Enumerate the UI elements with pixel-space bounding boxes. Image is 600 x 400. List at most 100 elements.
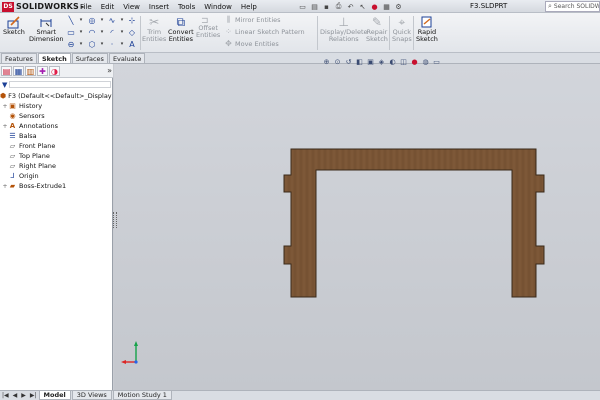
arc-icon[interactable]: ◠ bbox=[87, 27, 97, 37]
property-manager-tab-icon[interactable]: ▦ bbox=[13, 66, 24, 76]
filter-icon: ▼ bbox=[2, 80, 8, 89]
convert-entities-button[interactable]: ⧉ Convert Entities bbox=[168, 15, 194, 43]
smart-dimension-icon bbox=[38, 15, 54, 29]
options-gear-icon[interactable]: ⚙ bbox=[394, 2, 403, 11]
edit-appearance-icon[interactable]: ● bbox=[410, 58, 419, 67]
smart-dimension-button[interactable]: Smart Dimension bbox=[29, 15, 64, 43]
dropdown-icon[interactable]: ▾ bbox=[76, 39, 86, 49]
repair-sketch-button[interactable]: ✎ Repair Sketch bbox=[366, 15, 388, 43]
part-model[interactable] bbox=[114, 64, 600, 390]
rapid-sketch-button[interactable]: Rapid Sketch bbox=[416, 15, 438, 43]
search-box[interactable]: ⌕ Search SOLIDW bbox=[545, 1, 600, 12]
graphics-area[interactable] bbox=[114, 64, 600, 390]
rectangle-icon[interactable]: ▭ bbox=[66, 27, 76, 37]
sketch-button[interactable]: Sketch bbox=[3, 15, 25, 36]
tree-filter[interactable]: ▼ bbox=[0, 80, 113, 89]
spline-icon[interactable]: ∿ bbox=[107, 15, 117, 25]
hide-show-icon[interactable]: ◫ bbox=[399, 58, 408, 67]
offset-entities-button[interactable]: Offset Entities bbox=[196, 25, 220, 39]
display-style-icon[interactable]: ◐ bbox=[388, 58, 397, 67]
text-icon[interactable]: A bbox=[127, 39, 137, 49]
repair-icon: ✎ bbox=[371, 15, 382, 29]
dropdown-icon[interactable]: ▾ bbox=[117, 27, 127, 37]
rebuild-icon[interactable]: ● bbox=[370, 2, 379, 11]
tree-node-annotations[interactable]: + A Annotations bbox=[0, 121, 113, 131]
circle-icon[interactable]: ◎ bbox=[87, 15, 97, 25]
sensor-icon: ◉ bbox=[9, 112, 16, 120]
zoom-to-fit-icon[interactable]: ⊕ bbox=[322, 58, 331, 67]
display-manager-tab-icon[interactable]: ◑ bbox=[49, 66, 60, 76]
point-icon[interactable]: · bbox=[107, 39, 117, 49]
dropdown-icon[interactable]: ▾ bbox=[117, 39, 127, 49]
tab-model[interactable]: Model bbox=[38, 391, 71, 400]
plane-icon[interactable]: ◇ bbox=[127, 27, 137, 37]
tree-node-sensors[interactable]: ◉ Sensors bbox=[0, 111, 113, 121]
app-logo[interactable]: DS SOLIDWORKS ▸ bbox=[2, 1, 85, 12]
dropdown-icon[interactable]: ▾ bbox=[117, 15, 127, 25]
tree-node-history[interactable]: + ▣ History bbox=[0, 101, 113, 111]
dropdown-icon[interactable]: ▾ bbox=[97, 39, 107, 49]
mirror-entities-button[interactable]: ⫼ Mirror Entities bbox=[224, 15, 281, 24]
feature-manager-tab-icon[interactable]: ▤ bbox=[1, 66, 12, 76]
menu-window[interactable]: Window bbox=[204, 3, 232, 11]
tab-3d-views[interactable]: 3D Views bbox=[71, 391, 112, 400]
scene-icon[interactable]: ◍ bbox=[421, 58, 430, 67]
dropdown-icon[interactable]: ▾ bbox=[97, 27, 107, 37]
previous-view-icon[interactable]: ↺ bbox=[344, 58, 353, 67]
undo-icon[interactable]: ↶ bbox=[346, 2, 355, 11]
linear-sketch-pattern-button[interactable]: ⁘ Linear Sketch Pattern bbox=[224, 27, 304, 36]
dropdown-icon[interactable]: ▾ bbox=[76, 27, 86, 37]
quick-access-toolbar: ▭ ▤ ▪ ⎙ ↶ ↖ ● ▦ ⚙ bbox=[298, 1, 403, 12]
file-properties-icon[interactable]: ▦ bbox=[382, 2, 391, 11]
quick-snaps-button[interactable]: ⌖ Quick Snaps bbox=[392, 15, 412, 43]
prev-tab-icon[interactable]: ◀ bbox=[11, 391, 20, 400]
menu-file[interactable]: File bbox=[80, 3, 92, 11]
panel-resize-handle[interactable] bbox=[113, 212, 117, 228]
view-settings-icon[interactable]: ▭ bbox=[432, 58, 441, 67]
trim-entities-button[interactable]: ✂ Trim Entities bbox=[142, 15, 166, 43]
polygon-icon[interactable]: ⬡ bbox=[87, 39, 97, 49]
menu-insert[interactable]: Insert bbox=[149, 3, 169, 11]
tab-sketch[interactable]: Sketch bbox=[37, 53, 71, 63]
smart-dimension-small-icon[interactable]: ⊹ bbox=[127, 15, 137, 25]
tab-features[interactable]: Features bbox=[1, 53, 37, 63]
configuration-manager-tab-icon[interactable]: ▥ bbox=[25, 66, 36, 76]
dimxpert-tab-icon[interactable]: ✚ bbox=[37, 66, 48, 76]
tree-node-root[interactable]: ⬢ F3 (Default<<Default>_Display Sta bbox=[0, 91, 113, 101]
zoom-area-icon[interactable]: ⊙ bbox=[333, 58, 342, 67]
select-arrow-icon[interactable]: ↖ bbox=[358, 2, 367, 11]
dropdown-icon[interactable]: ▾ bbox=[97, 15, 107, 25]
menu-view[interactable]: View bbox=[123, 3, 140, 11]
chevron-double-right-icon[interactable]: » bbox=[107, 66, 112, 75]
view-orientation-icon[interactable]: ◈ bbox=[377, 58, 386, 67]
tab-motion-study[interactable]: Motion Study 1 bbox=[112, 391, 172, 400]
tree-node-boss-extrude[interactable]: + ▰ Boss-Extrude1 bbox=[0, 181, 113, 191]
tree-node-material[interactable]: ☰ Balsa bbox=[0, 131, 113, 141]
open-folder-icon[interactable]: ▤ bbox=[310, 2, 319, 11]
new-document-icon[interactable]: ▭ bbox=[298, 2, 307, 11]
tree-node-origin[interactable]: ⅃ Origin bbox=[0, 171, 113, 181]
save-icon[interactable]: ▪ bbox=[322, 2, 331, 11]
tree-node-front-plane[interactable]: ▱ Front Plane bbox=[0, 141, 113, 151]
tab-evaluate[interactable]: Evaluate bbox=[108, 53, 146, 63]
dropdown-icon[interactable]: ▾ bbox=[76, 15, 86, 25]
tree-node-right-plane[interactable]: ▱ Right Plane bbox=[0, 161, 113, 171]
display-delete-relations-button[interactable]: ⊥ Display/Delete Relations bbox=[320, 15, 368, 43]
section-view-icon[interactable]: ◧ bbox=[355, 58, 364, 67]
dynamic-annotation-icon[interactable]: ▣ bbox=[366, 58, 375, 67]
tree-node-top-plane[interactable]: ▱ Top Plane bbox=[0, 151, 113, 161]
fillet-icon[interactable]: ◜ bbox=[107, 27, 117, 37]
last-tab-icon[interactable]: ▶| bbox=[28, 391, 39, 400]
menu-tools[interactable]: Tools bbox=[178, 3, 195, 11]
first-tab-icon[interactable]: |◀ bbox=[0, 391, 11, 400]
menu-edit[interactable]: Edit bbox=[101, 3, 115, 11]
line-icon[interactable]: ╲ bbox=[66, 15, 76, 25]
menu-help[interactable]: Help bbox=[241, 3, 257, 11]
next-tab-icon[interactable]: ▶ bbox=[19, 391, 28, 400]
move-entities-button[interactable]: ✥ Move Entities bbox=[224, 39, 279, 48]
print-icon[interactable]: ⎙ bbox=[334, 2, 343, 11]
slot-icon[interactable]: ⊖ bbox=[66, 39, 76, 49]
tab-surfaces[interactable]: Surfaces bbox=[71, 53, 108, 63]
axis-z bbox=[134, 360, 138, 364]
filter-input[interactable] bbox=[9, 81, 111, 88]
